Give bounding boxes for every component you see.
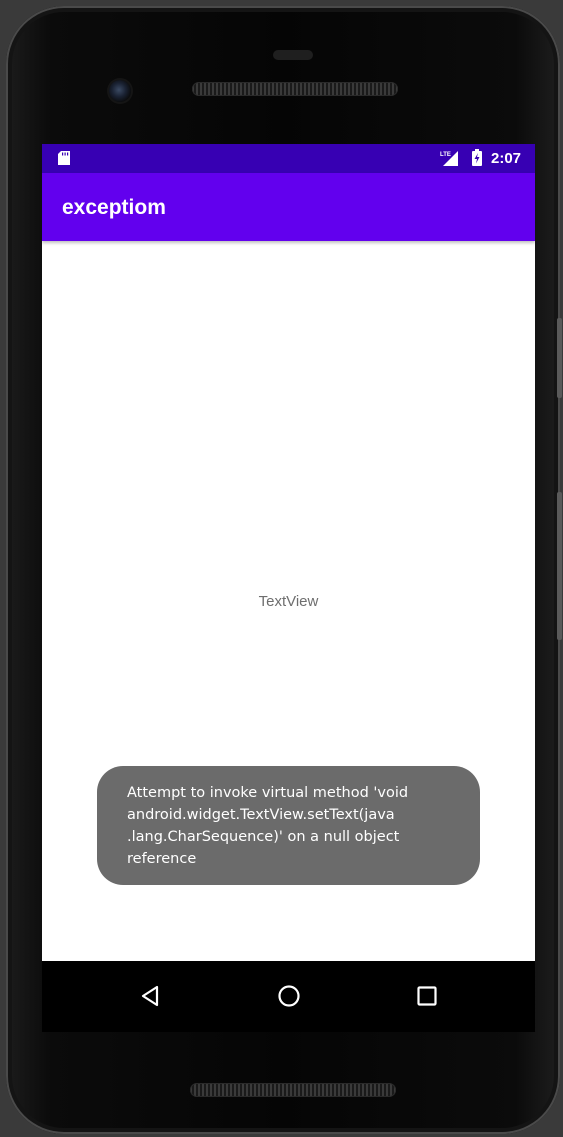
back-button[interactable] bbox=[132, 978, 168, 1014]
status-clock: 2:07 bbox=[491, 150, 522, 167]
back-icon bbox=[141, 985, 159, 1007]
volume-button bbox=[557, 492, 562, 640]
home-button[interactable] bbox=[271, 978, 307, 1014]
device-screen: LTE 2:07 exceptiom TextView Attempt to i… bbox=[42, 144, 535, 1032]
toast-line: .lang.CharSequence)' on a null object bbox=[127, 829, 400, 845]
svg-text:LTE: LTE bbox=[440, 152, 451, 158]
lte-signal-icon: LTE bbox=[440, 151, 458, 166]
toast-line: Attempt to invoke virtual method 'void bbox=[127, 785, 409, 801]
recents-icon bbox=[417, 986, 437, 1006]
text-view: TextView bbox=[258, 593, 319, 610]
toast-line: reference bbox=[127, 851, 197, 867]
bottom-speaker bbox=[190, 1083, 396, 1097]
power-button bbox=[557, 318, 562, 398]
app-bar: exceptiom bbox=[42, 173, 535, 241]
front-camera-icon bbox=[109, 80, 131, 102]
home-icon bbox=[278, 985, 300, 1007]
toast-message: Attempt to invoke virtual method 'void a… bbox=[97, 766, 480, 885]
top-sensor bbox=[273, 50, 313, 60]
navigation-bar bbox=[42, 961, 535, 1032]
status-bar: LTE 2:07 bbox=[42, 144, 535, 173]
battery-charging-icon bbox=[472, 149, 482, 166]
toast-line: android.widget.TextView.setText(java bbox=[127, 807, 395, 823]
earpiece-speaker bbox=[192, 82, 398, 96]
app-title: exceptiom bbox=[62, 196, 166, 219]
recents-button[interactable] bbox=[409, 978, 445, 1014]
sd-card-icon bbox=[58, 151, 70, 165]
